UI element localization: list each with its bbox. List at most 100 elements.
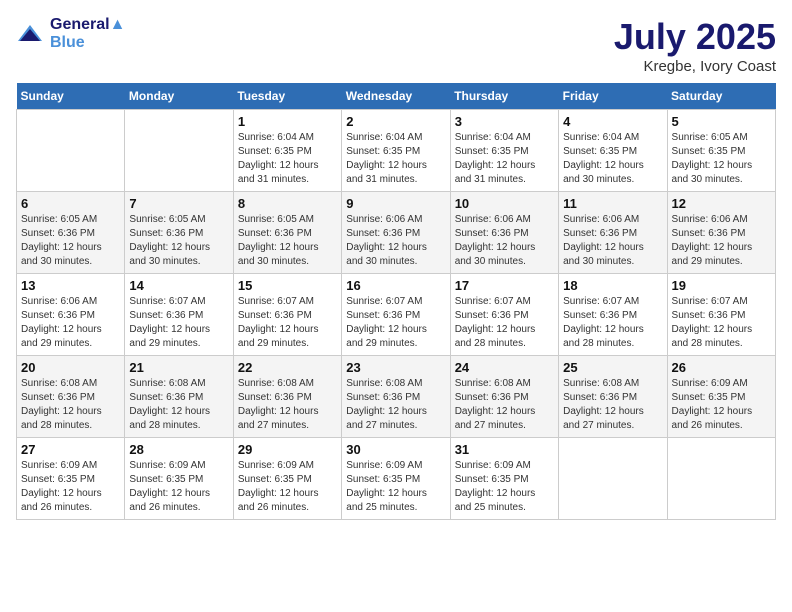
day-cell: 21 Sunrise: 6:08 AMSunset: 6:36 PMDayligh… [125, 356, 233, 438]
weekday-thursday: Thursday [450, 83, 558, 110]
day-cell: 10Sunrise: 6:06 AMSunset: 6:36 PMDayligh… [450, 192, 558, 274]
week-row-5: 27Sunrise: 6:09 AMSunset: 6:35 PMDayligh… [17, 438, 776, 520]
day-number: 25 [563, 360, 662, 375]
day-cell [125, 110, 233, 192]
day-number: 28 [129, 442, 228, 457]
day-number: 4 [563, 114, 662, 129]
day-number: 6 [21, 196, 120, 211]
day-info: Sunrise: 6:07 AMSunset: 6:36 PMDaylight:… [238, 295, 337, 351]
day-cell: 19 Sunrise: 6:07 AMSunset: 6:36 PMDayligh… [667, 274, 775, 356]
day-info: Sunrise: 6:08 AMSunset: 6:36 PMDaylight:… [455, 377, 554, 433]
day-number: 19 [672, 278, 771, 293]
day-cell: 2 Sunrise: 6:04 AMSunset: 6:35 PMDaylight… [342, 110, 450, 192]
day-cell: 4 Sunrise: 6:04 AMSunset: 6:35 PMDaylight… [559, 110, 667, 192]
day-info: Sunrise: 6:06 AMSunset: 6:36 PMDaylight:… [563, 213, 662, 269]
day-number: 29 [238, 442, 337, 457]
day-number: 15 [238, 278, 337, 293]
day-cell: 29 Sunrise: 6:09 AMSunset: 6:35 PMDayligh… [233, 438, 341, 520]
day-cell: 27Sunrise: 6:09 AMSunset: 6:35 PMDayligh… [17, 438, 125, 520]
day-number: 30 [346, 442, 445, 457]
day-number: 14 [129, 278, 228, 293]
day-cell: 23 Sunrise: 6:08 AMSunset: 6:36 PMDayligh… [342, 356, 450, 438]
day-cell: 5 Sunrise: 6:05 AMSunset: 6:35 PMDaylight… [667, 110, 775, 192]
weekday-monday: Monday [125, 83, 233, 110]
day-info: Sunrise: 6:07 AMSunset: 6:36 PMDaylight:… [129, 295, 228, 351]
calendar-table: SundayMondayTuesdayWednesdayThursdayFrid… [16, 83, 776, 520]
title-block: July 2025 Kregbe, Ivory Coast [614, 16, 776, 75]
day-cell: 18 Sunrise: 6:07 AMSunset: 6:36 PMDayligh… [559, 274, 667, 356]
logo-icon [16, 23, 44, 45]
logo-text: General▲ Blue [50, 16, 125, 52]
day-number: 1 [238, 114, 337, 129]
week-row-1: 1 Sunrise: 6:04 AMSunset: 6:35 PMDaylight… [17, 110, 776, 192]
day-info: Sunrise: 6:05 AMSunset: 6:35 PMDaylight:… [672, 131, 771, 187]
day-cell [667, 438, 775, 520]
day-info: Sunrise: 6:07 AMSunset: 6:36 PMDaylight:… [672, 295, 771, 351]
day-cell: 25 Sunrise: 6:08 AMSunset: 6:36 PMDayligh… [559, 356, 667, 438]
day-cell: 12Sunrise: 6:06 AMSunset: 6:36 PMDayligh… [667, 192, 775, 274]
day-info: Sunrise: 6:06 AMSunset: 6:36 PMDaylight:… [455, 213, 554, 269]
day-cell: 11Sunrise: 6:06 AMSunset: 6:36 PMDayligh… [559, 192, 667, 274]
month-title: July 2025 [614, 16, 776, 58]
day-info: Sunrise: 6:04 AMSunset: 6:35 PMDaylight:… [455, 131, 554, 187]
day-cell: 9Sunrise: 6:06 AMSunset: 6:36 PMDaylight… [342, 192, 450, 274]
weekday-header-row: SundayMondayTuesdayWednesdayThursdayFrid… [17, 83, 776, 110]
day-info: Sunrise: 6:04 AMSunset: 6:35 PMDaylight:… [346, 131, 445, 187]
day-cell: 3 Sunrise: 6:04 AMSunset: 6:35 PMDaylight… [450, 110, 558, 192]
day-number: 17 [455, 278, 554, 293]
day-number: 5 [672, 114, 771, 129]
day-cell: 28Sunrise: 6:09 AMSunset: 6:35 PMDayligh… [125, 438, 233, 520]
day-info: Sunrise: 6:08 AMSunset: 6:36 PMDaylight:… [129, 377, 228, 433]
day-number: 3 [455, 114, 554, 129]
weekday-friday: Friday [559, 83, 667, 110]
day-number: 8 [238, 196, 337, 211]
day-number: 16 [346, 278, 445, 293]
day-number: 2 [346, 114, 445, 129]
day-info: Sunrise: 6:09 AMSunset: 6:35 PMDaylight:… [238, 459, 337, 515]
day-number: 24 [455, 360, 554, 375]
day-number: 18 [563, 278, 662, 293]
day-info: Sunrise: 6:09 AMSunset: 6:35 PMDaylight:… [21, 459, 120, 515]
day-cell: 6 Sunrise: 6:05 AMSunset: 6:36 PMDaylight… [17, 192, 125, 274]
day-cell: 8 Sunrise: 6:05 AMSunset: 6:36 PMDaylight… [233, 192, 341, 274]
weekday-wednesday: Wednesday [342, 83, 450, 110]
day-number: 21 [129, 360, 228, 375]
day-info: Sunrise: 6:07 AMSunset: 6:36 PMDaylight:… [455, 295, 554, 351]
day-info: Sunrise: 6:04 AMSunset: 6:35 PMDaylight:… [563, 131, 662, 187]
day-info: Sunrise: 6:09 AMSunset: 6:35 PMDaylight:… [346, 459, 445, 515]
page-header: General▲ Blue July 2025 Kregbe, Ivory Co… [16, 16, 776, 75]
day-number: 7 [129, 196, 228, 211]
day-info: Sunrise: 6:08 AMSunset: 6:36 PMDaylight:… [563, 377, 662, 433]
day-cell: 24 Sunrise: 6:08 AMSunset: 6:36 PMDayligh… [450, 356, 558, 438]
day-cell: 26 Sunrise: 6:09 AMSunset: 6:35 PMDayligh… [667, 356, 775, 438]
day-info: Sunrise: 6:04 AMSunset: 6:35 PMDaylight:… [238, 131, 337, 187]
day-cell: 30 Sunrise: 6:09 AMSunset: 6:35 PMDayligh… [342, 438, 450, 520]
day-number: 13 [21, 278, 120, 293]
day-info: Sunrise: 6:08 AMSunset: 6:36 PMDaylight:… [21, 377, 120, 433]
day-cell: 13Sunrise: 6:06 AMSunset: 6:36 PMDayligh… [17, 274, 125, 356]
week-row-3: 13Sunrise: 6:06 AMSunset: 6:36 PMDayligh… [17, 274, 776, 356]
day-cell: 31Sunrise: 6:09 AMSunset: 6:35 PMDayligh… [450, 438, 558, 520]
day-cell: 7 Sunrise: 6:05 AMSunset: 6:36 PMDaylight… [125, 192, 233, 274]
day-info: Sunrise: 6:05 AMSunset: 6:36 PMDaylight:… [238, 213, 337, 269]
weekday-tuesday: Tuesday [233, 83, 341, 110]
day-number: 12 [672, 196, 771, 211]
calendar-body: 1 Sunrise: 6:04 AMSunset: 6:35 PMDaylight… [17, 110, 776, 520]
day-info: Sunrise: 6:09 AMSunset: 6:35 PMDaylight:… [455, 459, 554, 515]
day-info: Sunrise: 6:05 AMSunset: 6:36 PMDaylight:… [129, 213, 228, 269]
location: Kregbe, Ivory Coast [614, 58, 776, 75]
day-info: Sunrise: 6:09 AMSunset: 6:35 PMDaylight:… [672, 377, 771, 433]
day-cell: 16 Sunrise: 6:07 AMSunset: 6:36 PMDayligh… [342, 274, 450, 356]
day-cell [559, 438, 667, 520]
day-number: 23 [346, 360, 445, 375]
day-info: Sunrise: 6:05 AMSunset: 6:36 PMDaylight:… [21, 213, 120, 269]
day-info: Sunrise: 6:08 AMSunset: 6:36 PMDaylight:… [238, 377, 337, 433]
day-info: Sunrise: 6:07 AMSunset: 6:36 PMDaylight:… [563, 295, 662, 351]
day-info: Sunrise: 6:07 AMSunset: 6:36 PMDaylight:… [346, 295, 445, 351]
day-number: 26 [672, 360, 771, 375]
day-cell: 14 Sunrise: 6:07 AMSunset: 6:36 PMDayligh… [125, 274, 233, 356]
weekday-saturday: Saturday [667, 83, 775, 110]
day-info: Sunrise: 6:08 AMSunset: 6:36 PMDaylight:… [346, 377, 445, 433]
day-cell: 22Sunrise: 6:08 AMSunset: 6:36 PMDayligh… [233, 356, 341, 438]
logo: General▲ Blue [16, 16, 125, 52]
